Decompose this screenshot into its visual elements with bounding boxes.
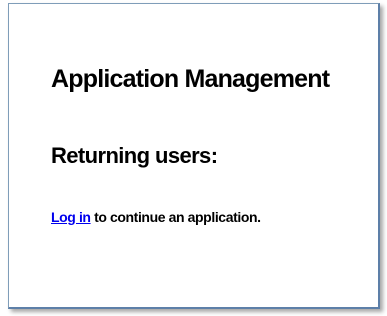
log-in-link[interactable]: Log in <box>51 209 91 225</box>
page-title: Application Management <box>51 65 330 93</box>
login-instruction-text: to continue an application. <box>90 209 261 225</box>
login-instruction: Log in to continue an application. <box>51 209 261 225</box>
application-management-panel: Application Management Returning users: … <box>8 3 380 309</box>
returning-users-heading: Returning users: <box>51 143 218 168</box>
